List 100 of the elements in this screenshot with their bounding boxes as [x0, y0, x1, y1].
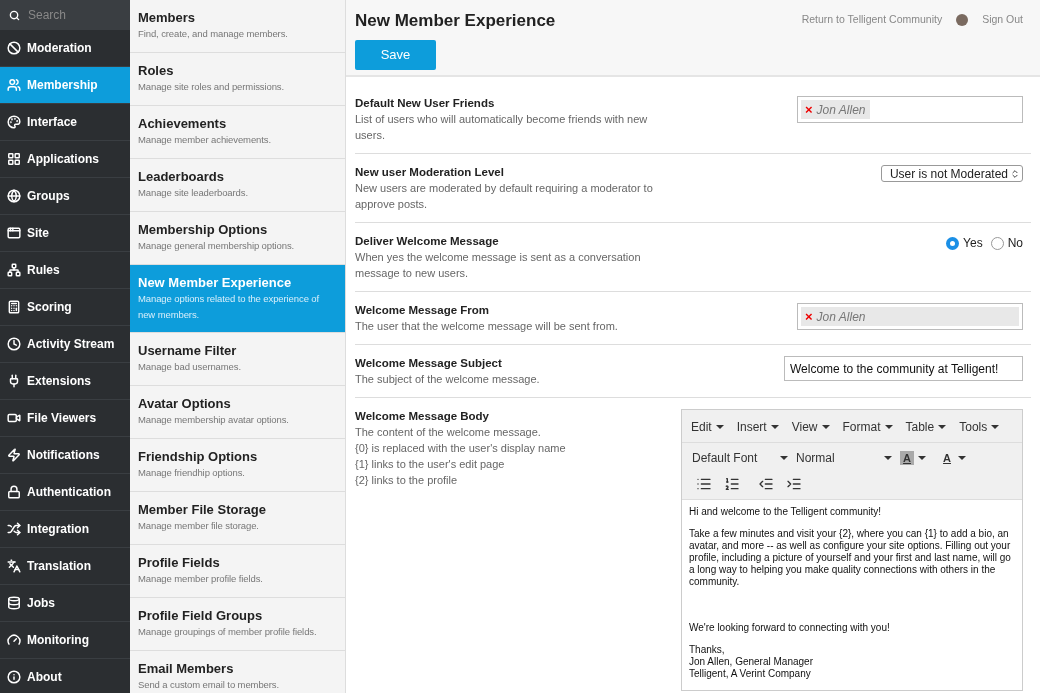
prohibited-icon	[7, 41, 21, 55]
token-name: Jon Allen	[816, 308, 866, 326]
subnav-item[interactable]: Members Find, create, and manage members.	[130, 0, 345, 53]
subnav-title: Achievements	[138, 116, 228, 132]
window-icon	[7, 226, 21, 240]
plug-icon	[7, 374, 21, 388]
subnav-item[interactable]: Avatar Options Manage membership avatar options.	[130, 386, 345, 439]
subnav-item[interactable]: Leaderboards Manage site leaderboards.	[130, 159, 345, 212]
editor-paragraph: Hi and welcome to the Telligent community!	[689, 506, 883, 518]
editor-paragraph: Take a few minutes and visit your {2}, where you can {1} to add a bio, an avatar, and more -- as well as configure your site options. Filling out your profile, including a picture of yourself and your first and last name, will go a long way to helping you make quality connections with others in the community.	[689, 528, 1012, 588]
subnav-description: Manage general membership options.	[138, 239, 296, 253]
caret-icon	[715, 424, 724, 429]
palette-icon	[7, 115, 21, 129]
info-icon	[7, 670, 21, 684]
subnav-description: Manage bad usernames.	[138, 360, 242, 374]
gauge-icon	[7, 633, 21, 647]
field-label: New user Moderation Level	[355, 165, 505, 180]
globe-icon	[7, 189, 21, 203]
editor-menu[interactable]: Edit	[688, 413, 727, 440]
font-dropdown[interactable]: Default Font	[688, 449, 792, 467]
field-description: List of users who will automatically become friends with new users.	[355, 112, 649, 143]
subnav-title: Membership Options	[138, 222, 269, 238]
editor-menu[interactable]: View	[788, 413, 833, 440]
user-picker-field[interactable]: × Jon Allen	[797, 96, 1023, 123]
outdent-icon[interactable]	[758, 476, 774, 492]
size-dropdown[interactable]: Normal	[792, 449, 896, 467]
lightning-icon	[7, 448, 21, 462]
caret-icon	[991, 424, 1000, 429]
subnav-item[interactable]: Member File Storage Manage member file storage.	[130, 492, 345, 545]
radio-option[interactable]: No	[990, 234, 1023, 252]
token-name: Jon Allen	[816, 101, 866, 119]
translate-icon	[7, 559, 21, 573]
caret-icon	[884, 424, 893, 429]
editor-menu[interactable]: Format	[839, 413, 896, 440]
caret-icon	[884, 456, 892, 460]
editor-paragraph: Thanks, Jon Allen, General Manager Telligent, A Verint Company	[689, 644, 814, 680]
subnav-item[interactable]: Roles Manage site roles and permissions.	[130, 53, 345, 106]
indent-icon[interactable]	[786, 476, 802, 492]
editor-menu[interactable]: Tools	[956, 413, 1003, 440]
subnav-item[interactable]: Email Members Send a custom email to members.	[130, 651, 345, 693]
remove-token-button[interactable]: ×	[805, 103, 813, 116]
field-description: {0} is replaced with the user's display name	[355, 441, 567, 456]
subnav-description: Manage member achievements.	[138, 133, 272, 147]
field-description: {1} links to the user's edit page	[355, 457, 506, 472]
calculator-icon	[7, 300, 21, 314]
editor-menu[interactable]: Table	[902, 413, 950, 440]
subnav-description: Manage groupings of member profile fields.	[138, 625, 318, 639]
text-color-icon[interactable]: A	[940, 451, 954, 465]
search-icon	[9, 9, 20, 21]
clock-icon	[7, 337, 21, 351]
caret-icon	[918, 456, 926, 460]
subnav-item[interactable]: Username Filter Manage bad usernames.	[130, 333, 345, 386]
remove-token-button[interactable]: ×	[805, 310, 813, 323]
subnav-title: Members	[138, 10, 197, 26]
subnav-item[interactable]: Achievements Manage member achievements.	[130, 106, 345, 159]
hierarchy-icon	[7, 263, 21, 277]
radio-option[interactable]: Yes	[946, 234, 983, 252]
caret-icon	[958, 456, 966, 460]
highlight-color-icon[interactable]: A	[900, 451, 914, 465]
subnav-item[interactable]: Profile Field Groups Manage groupings of member profile fields.	[130, 598, 345, 651]
subnav-title: Leaderboards	[138, 169, 225, 185]
subnav-item[interactable]: Profile Fields Manage member profile fields.	[130, 545, 345, 598]
subnav-description: Manage friendhip options.	[138, 466, 246, 480]
caret-icon	[780, 456, 788, 460]
numbered-list-icon[interactable]	[724, 476, 740, 492]
field-label: Deliver Welcome Message	[355, 234, 500, 249]
subnav-title: Roles	[138, 63, 175, 79]
field-label: Default New User Friends	[355, 96, 496, 111]
editor-paragraph: We're looking forward to connecting with you!	[689, 622, 891, 634]
subnav-item[interactable]: Friendship Options Manage friendhip options.	[130, 439, 345, 492]
field-label: Welcome Message Subject	[355, 356, 503, 371]
lock-icon	[7, 485, 21, 499]
subnav-title: Username Filter	[138, 343, 238, 359]
subnav-description: Manage membership avatar options.	[138, 413, 290, 427]
field-description: The subject of the welcome message.	[355, 372, 541, 387]
subnav-title: Email Members	[138, 661, 235, 677]
subnav-description: Manage site leaderboards.	[138, 186, 249, 200]
caret-icon	[821, 424, 830, 429]
user-picker-field[interactable]: × Jon Allen	[797, 303, 1023, 330]
database-icon	[7, 596, 21, 610]
bullet-list-icon[interactable]	[696, 476, 712, 492]
field-label: Welcome Message Body	[355, 409, 490, 424]
sign-out-link[interactable]: Sign Out	[982, 12, 1023, 28]
page-title: New Member Experience	[355, 10, 556, 32]
users-icon	[7, 78, 21, 92]
subnav-description: Manage member file storage.	[138, 519, 260, 533]
video-camera-icon	[7, 411, 21, 425]
avatar[interactable]	[956, 13, 969, 26]
editor-menu[interactable]: Insert	[733, 413, 782, 440]
caret-icon	[770, 424, 779, 429]
field-description: New users are moderated by default requiring a moderator to approve posts.	[355, 181, 654, 212]
grid-icon	[7, 152, 21, 166]
return-link[interactable]: Return to Telligent Community	[801, 12, 943, 28]
subnav-description: Manage member profile fields.	[138, 572, 264, 586]
field-description: The user that the welcome message will be sent from.	[355, 319, 619, 334]
subject-input-field[interactable]: Welcome to the community at Telligent!	[784, 356, 1023, 381]
moderation-level-select[interactable]: User is not Moderated	[880, 165, 1023, 182]
subnav-title: Profile Field Groups	[138, 608, 264, 624]
field-description: {2} links to the profile	[355, 473, 459, 488]
subnav-description: Send a custom email to members.	[138, 678, 281, 692]
